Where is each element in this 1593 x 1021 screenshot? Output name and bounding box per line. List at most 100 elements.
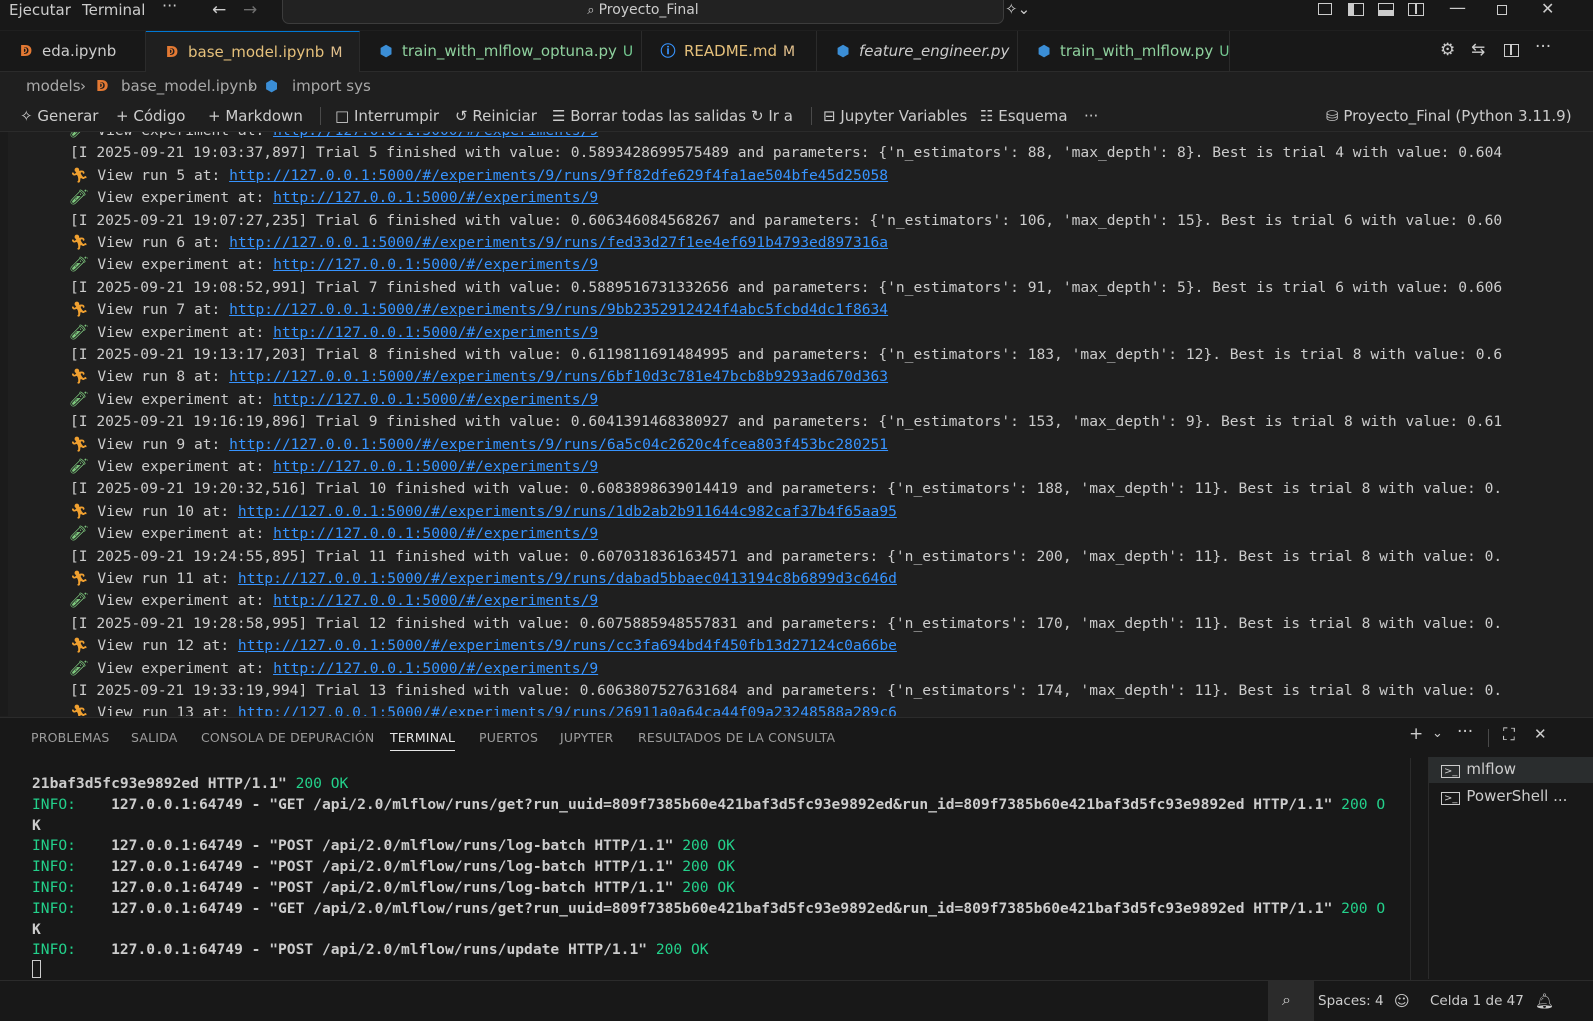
view-run-line: 🏃︎ View run 12 at: http://127.0.0.1:5000… [70, 635, 1585, 657]
trial-log-line: [I 2025-09-21 19:13:17,203] Trial 8 fini… [70, 346, 1503, 363]
cell-position-status[interactable]: Celda 1 de 47 [1430, 981, 1524, 1021]
bell-icon[interactable]: 🔔︎ [1535, 981, 1554, 1021]
trial-log-line: [I 2025-09-21 19:33:19,994] Trial 13 fin… [70, 682, 1503, 699]
experiment-link[interactable]: http://127.0.0.1:5000/#/experiments/9 [273, 391, 598, 408]
flask-icon: 🧪︎ [70, 458, 98, 475]
terminal-item-mlflow-label[interactable]: >_ mlflow [1441, 760, 1516, 778]
compare-changes-icon[interactable]: ⇆ [1471, 40, 1485, 60]
experiment-link[interactable]: http://127.0.0.1:5000/#/experiments/9 [273, 458, 598, 475]
terminal-item-powershell[interactable]: >_ PowerShell ... [1441, 787, 1567, 805]
more-actions-icon[interactable]: ··· [1535, 37, 1551, 57]
menu-terminal[interactable]: Terminal [82, 0, 145, 30]
flask-icon: 🧪︎ [70, 256, 98, 274]
copilot-icon[interactable]: ✧⌄ [1005, 0, 1030, 18]
terminal-scrollbar[interactable] [1410, 758, 1411, 980]
tab-train-with-mlflow[interactable]: ⬢ train_with_mlflow.py U [1018, 31, 1230, 71]
experiment-link[interactable]: http://127.0.0.1:5000/#/experiments/9 [273, 189, 598, 206]
jupyter-variables-button[interactable]: ⊟ Jupyter Variables [823, 101, 967, 131]
python-icon: ⬢ [379, 42, 393, 60]
terminal-output[interactable]: 21baf3d5fc93e9892ed HTTP/1.1" 200 OK INFO… [0, 773, 1410, 983]
flask-icon: 🧪︎ [70, 189, 98, 207]
minimize-icon[interactable]: — [1449, 0, 1466, 18]
experiment-link[interactable]: http://127.0.0.1:5000/#/experiments/9 [273, 660, 598, 677]
experiment-link[interactable]: http://127.0.0.1:5000/#/experiments/9 [273, 256, 598, 273]
maximize-panel-icon[interactable]: ⛶ [1503, 725, 1515, 745]
clear-outputs-button[interactable]: ☰ Borrar todas las salidas [552, 101, 746, 131]
more-button[interactable]: ··· [1084, 101, 1098, 131]
panel-tab-debug-console[interactable]: CONSOLA DE DEPURACIÓN [201, 730, 375, 745]
close-window-icon[interactable]: ✕ [1541, 0, 1554, 18]
back-arrow-icon[interactable]: ← [212, 0, 226, 20]
terminal-label: PowerShell ... [1466, 787, 1568, 805]
tab-train-with-mlflow-optuna[interactable]: ⬢ train_with_mlflow_optuna.py U [360, 31, 642, 71]
tab-readme[interactable]: ⓘ README.md M [642, 31, 817, 71]
panel-tab-problems[interactable]: PROBLEMAS [31, 730, 110, 745]
toggle-secondary-sidebar-icon[interactable] [1408, 3, 1424, 16]
runner-icon: 🏃︎ [70, 637, 98, 655]
tab-feature-engineer[interactable]: ⬢ feature_engineer.py [817, 31, 1018, 71]
restart-button[interactable]: ↺ Reiniciar [455, 101, 537, 131]
run-link[interactable]: http://127.0.0.1:5000/#/experiments/9/ru… [229, 167, 888, 184]
breadcrumb-file[interactable]: base_model.ipynb [121, 72, 257, 100]
breadcrumb-symbol[interactable]: import sys [292, 72, 371, 100]
chevron-down-icon[interactable]: ⌄ [1432, 726, 1443, 741]
view-experiment-line: 🧪︎ View experiment at: http://127.0.0.1:… [70, 132, 1585, 142]
run-link[interactable]: http://127.0.0.1:5000/#/experiments/9/ru… [238, 637, 897, 654]
line-prefix: View run 7 at: [97, 301, 230, 319]
new-terminal-icon[interactable]: + [1409, 724, 1423, 744]
panel-tab-terminal[interactable]: TERMINAL [390, 730, 456, 751]
sparkle-icon: ✧ [20, 107, 33, 125]
terminal-icon: >_ [1441, 792, 1461, 805]
indentation-status[interactable]: Spaces: 4 [1318, 981, 1384, 1021]
customize-layout-icon[interactable] [1318, 3, 1332, 15]
panel-tab-jupyter[interactable]: JUPYTER [560, 730, 613, 745]
interrupt-button[interactable]: □ Interrumpir [335, 101, 439, 131]
zoom-button[interactable]: ⌕ [1268, 981, 1314, 1021]
menu-more[interactable]: ··· [162, 0, 177, 26]
goto-button[interactable]: ↻ Ir a [751, 101, 793, 131]
run-link[interactable]: http://127.0.0.1:5000/#/experiments/9/ru… [229, 301, 888, 318]
toggle-panel-icon[interactable] [1378, 3, 1394, 16]
split-editor-icon[interactable] [1504, 44, 1519, 57]
experiment-link[interactable]: http://127.0.0.1:5000/#/experiments/9 [273, 132, 598, 139]
close-panel-icon[interactable]: ✕ [1534, 725, 1547, 743]
experiment-link[interactable]: http://127.0.0.1:5000/#/experiments/9 [273, 525, 598, 542]
log-level: INFO: [32, 899, 76, 917]
command-center-search[interactable]: ⌕ Proyecto_Final [282, 0, 1004, 24]
menu-run[interactable]: Ejecutar [9, 0, 71, 30]
copilot-status-icon[interactable]: ☺ [1394, 981, 1410, 1021]
add-code-button[interactable]: + Código [116, 101, 185, 131]
tab-base-model[interactable]: ↁ base_model.ipynb M [146, 31, 360, 72]
view-run-line: 🏃︎ View run 5 at: http://127.0.0.1:5000/… [70, 165, 1585, 187]
restore-icon[interactable] [1497, 5, 1507, 15]
run-link[interactable]: http://127.0.0.1:5000/#/experiments/9/ru… [238, 570, 897, 587]
experiment-link[interactable]: http://127.0.0.1:5000/#/experiments/9 [273, 324, 598, 341]
view-run-line: 🏃︎ View run 11 at: http://127.0.0.1:5000… [70, 568, 1585, 590]
gear-icon[interactable]: ⚙ [1440, 40, 1455, 60]
notebook-toolbar: ✧ Generar + Código + Markdown □ Interrum… [0, 101, 1593, 132]
add-markdown-button[interactable]: + Markdown [208, 101, 303, 131]
run-link[interactable]: http://127.0.0.1:5000/#/experiments/9/ru… [238, 704, 897, 716]
forward-arrow-icon[interactable]: → [243, 0, 257, 20]
panel-tab-output[interactable]: SALIDA [131, 730, 178, 745]
run-link[interactable]: http://127.0.0.1:5000/#/experiments/9/ru… [238, 503, 897, 520]
run-link[interactable]: http://127.0.0.1:5000/#/experiments/9/ru… [229, 436, 888, 453]
line-prefix: View run 6 at: [97, 234, 230, 251]
experiment-link[interactable]: http://127.0.0.1:5000/#/experiments/9 [273, 592, 598, 609]
line-prefix: View run 8 at: [97, 368, 230, 386]
toggle-primary-sidebar-icon[interactable] [1348, 3, 1364, 16]
kernel-picker[interactable]: ⛁ Proyecto_Final (Python 3.11.9) [1326, 101, 1572, 131]
panel-tab-ports[interactable]: PUERTOS [479, 730, 538, 745]
terminal-line: INFO: 127.0.0.1:64749 - "POST /api/2.0/m… [32, 939, 1406, 960]
runner-icon: 🏃︎ [70, 502, 98, 520]
tab-eda[interactable]: ↁ eda.ipynb [0, 31, 146, 71]
log-level: INFO: [32, 795, 76, 813]
http-status: 200 OK [295, 775, 349, 792]
generate-button[interactable]: ✧ Generar [20, 101, 98, 131]
panel-tab-query-results[interactable]: RESULTADOS DE LA CONSULTA [638, 730, 835, 745]
run-link[interactable]: http://127.0.0.1:5000/#/experiments/9/ru… [229, 368, 888, 385]
panel-more-icon[interactable]: ··· [1457, 722, 1473, 742]
run-link[interactable]: http://127.0.0.1:5000/#/experiments/9/ru… [229, 234, 888, 251]
breadcrumb-folder[interactable]: models [26, 72, 81, 100]
outline-button[interactable]: ☷ Esquema [980, 101, 1068, 131]
